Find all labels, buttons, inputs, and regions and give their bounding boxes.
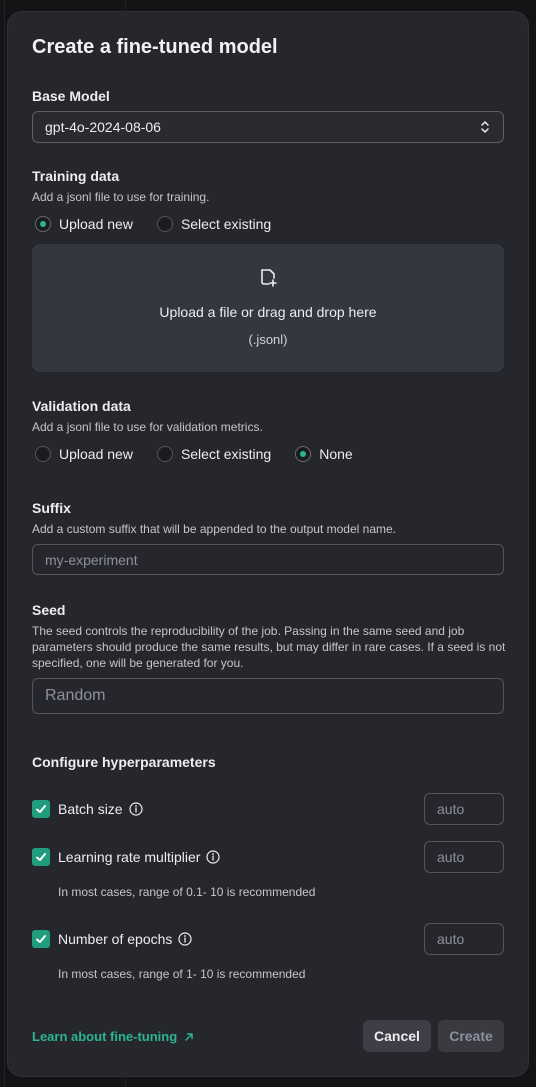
seed-label: Seed <box>32 602 66 618</box>
info-icon[interactable] <box>178 932 193 946</box>
chevron-updown-icon <box>481 120 489 134</box>
epochs-row: Number of epochs <box>32 930 193 948</box>
training-file-dropzone[interactable]: Upload a file or drag and drop here (.js… <box>32 244 504 372</box>
radio-indicator <box>156 216 173 232</box>
learning-rate-checkbox[interactable] <box>32 848 50 866</box>
hyperparameters-label: Configure hyperparameters <box>32 754 216 770</box>
learn-fine-tuning-link[interactable]: Learn about fine-tuning <box>32 1029 195 1044</box>
radio-label: Upload new <box>59 216 133 232</box>
radio-label: Select existing <box>180 216 272 232</box>
dropzone-hint: (.jsonl) <box>248 332 288 347</box>
dropzone-text: Upload a file or drag and drop here <box>159 304 377 320</box>
learning-rate-row: Learning rate multiplier <box>32 848 221 866</box>
base-model-select[interactable]: gpt-4o-2024-08-06 <box>32 111 504 143</box>
radio-indicator <box>156 446 173 462</box>
radio-label: Upload new <box>59 446 133 462</box>
validation-data-description: Add a jsonl file to use for validation m… <box>32 420 263 434</box>
arrow-up-right-icon <box>185 1032 193 1041</box>
seed-description: The seed controls the reproducibility of… <box>32 624 506 670</box>
radio-indicator <box>35 446 51 462</box>
epochs-label: Number of epochs <box>58 931 173 947</box>
cancel-button[interactable]: Cancel <box>363 1020 431 1052</box>
suffix-description: Add a custom suffix that will be appende… <box>32 522 397 536</box>
suffix-input[interactable] <box>32 544 504 575</box>
learning-rate-input[interactable] <box>424 841 504 873</box>
base-model-label: Base Model <box>32 88 110 104</box>
validation-data-label: Validation data <box>32 398 131 414</box>
radio-selected-indicator <box>35 216 51 232</box>
learn-link-text: Learn about fine-tuning <box>32 1029 178 1044</box>
batch-size-input[interactable] <box>424 793 504 825</box>
radio-label: Select existing <box>180 446 272 462</box>
batch-size-checkbox[interactable] <box>32 800 50 818</box>
check-icon <box>36 805 46 813</box>
batch-size-row: Batch size <box>32 800 143 818</box>
suffix-label: Suffix <box>32 500 71 516</box>
batch-size-label: Batch size <box>58 801 123 817</box>
validation-radio-select-existing[interactable]: Select existing <box>156 446 272 462</box>
training-data-description: Add a jsonl file to use for training. <box>32 190 210 204</box>
training-data-label: Training data <box>32 168 120 184</box>
learning-rate-hint: In most cases, range of 0.1- 10 is recom… <box>58 885 316 899</box>
epochs-input[interactable] <box>424 923 504 955</box>
validation-radio-upload-new[interactable]: Upload new <box>35 446 133 462</box>
epochs-checkbox[interactable] <box>32 930 50 948</box>
epochs-hint: In most cases, range of 1- 10 is recomme… <box>58 967 306 981</box>
learning-rate-label: Learning rate multiplier <box>58 849 201 865</box>
radio-label: None <box>319 446 353 462</box>
training-radio-select-existing[interactable]: Select existing <box>156 216 272 232</box>
base-model-value: gpt-4o-2024-08-06 <box>45 119 161 135</box>
info-icon[interactable] <box>128 802 143 816</box>
create-button[interactable]: Create <box>438 1020 504 1052</box>
dialog-title: Create a fine-tuned model <box>32 36 278 58</box>
check-icon <box>36 853 46 861</box>
training-data-radio-group: Upload new Select existing <box>35 216 295 232</box>
check-icon <box>36 935 46 943</box>
validation-radio-none[interactable]: None <box>295 446 353 462</box>
radio-selected-indicator <box>295 446 312 462</box>
seed-input[interactable] <box>32 678 504 714</box>
validation-data-radio-group: Upload new Select existing None <box>35 446 377 462</box>
info-icon[interactable] <box>206 850 221 864</box>
training-radio-upload-new[interactable]: Upload new <box>35 216 133 232</box>
fine-tune-dialog: Create a fine-tuned model Base Model gpt… <box>8 12 528 1076</box>
file-add-icon <box>261 269 277 287</box>
background-divider <box>4 0 5 1087</box>
